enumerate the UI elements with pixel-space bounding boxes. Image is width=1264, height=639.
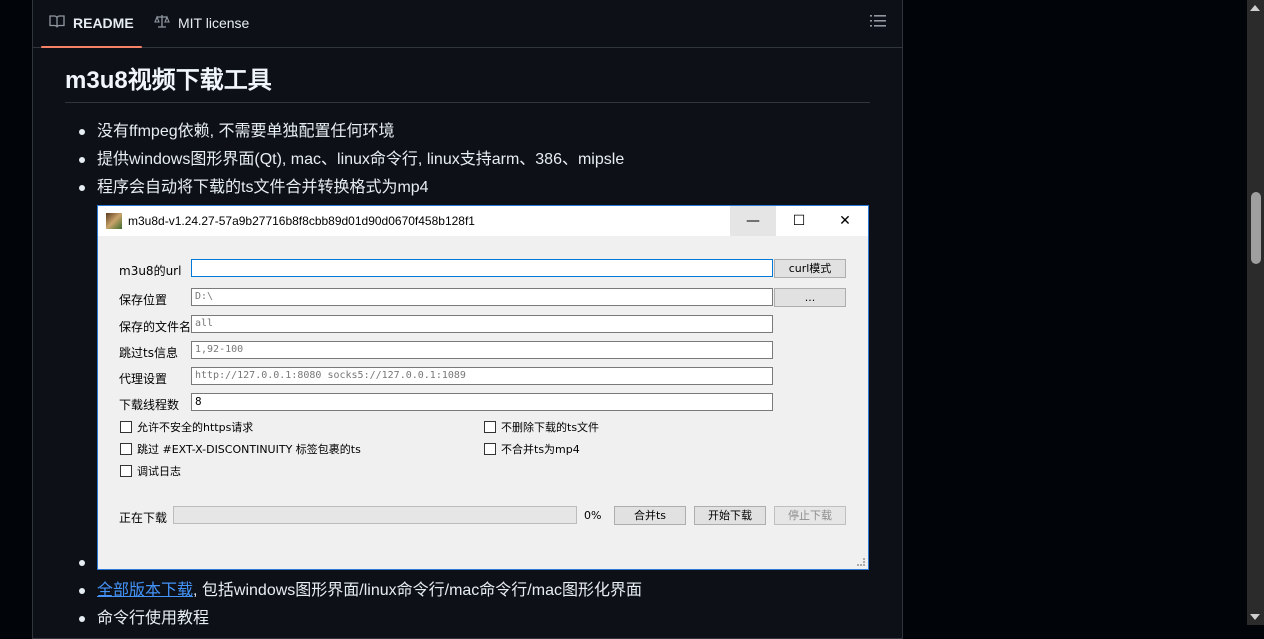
checkbox-label: 调试日志 — [137, 465, 181, 478]
app-screenshot-window: m3u8d-v1.24.27-57a9b27716b8f8cbb89d01d90… — [97, 205, 869, 570]
checkbox-label: 跳过 #EXT-X-DISCONTINUITY 标签包裹的ts — [137, 443, 361, 456]
filename-input[interactable]: all — [191, 315, 773, 333]
proxy-input[interactable]: http://127.0.0.1:8080 socks5://127.0.0.1… — [191, 367, 773, 385]
debug-log-checkbox[interactable]: 调试日志 — [120, 463, 181, 479]
skip-discontinuity-checkbox[interactable]: 跳过 #EXT-X-DISCONTINUITY 标签包裹的ts — [120, 441, 361, 457]
progress-label: 正在下载 — [119, 511, 168, 525]
law-scale-icon — [154, 13, 170, 32]
checkbox-label: 不删除下载的ts文件 — [501, 421, 600, 434]
scroll-up-arrow-icon[interactable] — [1250, 5, 1260, 11]
window-title: m3u8d-v1.24.27-57a9b27716b8f8cbb89d01d90… — [128, 214, 475, 228]
download-progress-bar — [173, 506, 577, 524]
checkbox-label: 不合并ts为mp4 — [501, 443, 580, 456]
readme-tabs: README MIT license — [33, 0, 902, 48]
page-scrollbar[interactable] — [1247, 0, 1264, 625]
checkbox-label: 允许不安全的https请求 — [137, 421, 254, 434]
close-button[interactable]: ✕ — [822, 206, 868, 236]
table-of-contents-icon[interactable] — [870, 14, 886, 28]
window-titlebar: m3u8d-v1.24.27-57a9b27716b8f8cbb89d01d90… — [98, 206, 868, 236]
proxy-label: 代理设置 — [119, 372, 168, 386]
minimize-button[interactable]: — — [730, 206, 776, 236]
threads-label: 下载线程数 — [119, 398, 180, 412]
start-download-button[interactable]: 开始下载 — [694, 506, 766, 525]
list-item-tutorial: 命令行使用教程 — [65, 605, 870, 633]
list-item: 没有ffmpeg依赖, 不需要单独配置任何环境 — [65, 118, 870, 146]
checkbox-box — [484, 443, 496, 455]
browse-button[interactable]: ... — [774, 288, 846, 307]
list-item: 程序会自动将下载的ts文件合并转换格式为mp4 — [65, 174, 870, 202]
merge-ts-button[interactable]: 合并ts — [614, 506, 686, 525]
scroll-down-arrow-icon[interactable] — [1250, 614, 1260, 620]
stop-download-button[interactable]: 停止下载 — [774, 506, 846, 525]
list-item-download: 全部版本下载, 包括windows图形界面/linux命令行/mac命令行/ma… — [65, 577, 870, 605]
skip-ts-label: 跳过ts信息 — [119, 346, 178, 360]
download-description: , 包括windows图形界面/linux命令行/mac命令行/mac图形化界面 — [193, 582, 642, 599]
maximize-button[interactable]: ☐ — [776, 206, 822, 236]
save-dir-label: 保存位置 — [119, 293, 168, 307]
filename-label: 保存的文件名 — [119, 320, 192, 334]
keep-ts-checkbox[interactable]: 不删除下载的ts文件 — [484, 419, 599, 435]
checkbox-box — [120, 465, 132, 477]
curl-mode-button[interactable]: curl模式 — [774, 259, 846, 278]
checkbox-box — [120, 443, 132, 455]
checkbox-box — [120, 421, 132, 433]
save-dir-input[interactable]: D:\ — [191, 288, 773, 306]
tab-readme[interactable]: README — [41, 0, 142, 48]
app-icon — [106, 213, 122, 229]
tab-readme-label: README — [73, 14, 134, 31]
tab-license[interactable]: MIT license — [154, 0, 249, 47]
url-label: m3u8的url — [119, 264, 182, 278]
scrollbar-thumb[interactable] — [1251, 192, 1261, 264]
no-merge-mp4-checkbox[interactable]: 不合并ts为mp4 — [484, 441, 580, 457]
insecure-https-checkbox[interactable]: 允许不安全的https请求 — [120, 419, 253, 435]
book-icon — [49, 13, 65, 32]
skip-ts-input[interactable]: 1,92-100 — [191, 341, 773, 359]
url-input[interactable] — [191, 259, 773, 277]
resize-grip-icon[interactable] — [857, 558, 865, 566]
threads-input[interactable]: 8 — [191, 393, 773, 411]
all-versions-link[interactable]: 全部版本下载 — [97, 582, 193, 599]
list-item: 提供windows图形界面(Qt), mac、linux命令行, linux支持… — [65, 146, 870, 174]
feature-list: 没有ffmpeg依赖, 不需要单独配置任何环境 提供windows图形界面(Qt… — [65, 118, 870, 202]
tab-license-label: MIT license — [178, 14, 250, 31]
checkbox-box — [484, 421, 496, 433]
progress-percent: 0% — [584, 509, 602, 522]
page-title: m3u8视频下载工具 — [65, 64, 870, 103]
